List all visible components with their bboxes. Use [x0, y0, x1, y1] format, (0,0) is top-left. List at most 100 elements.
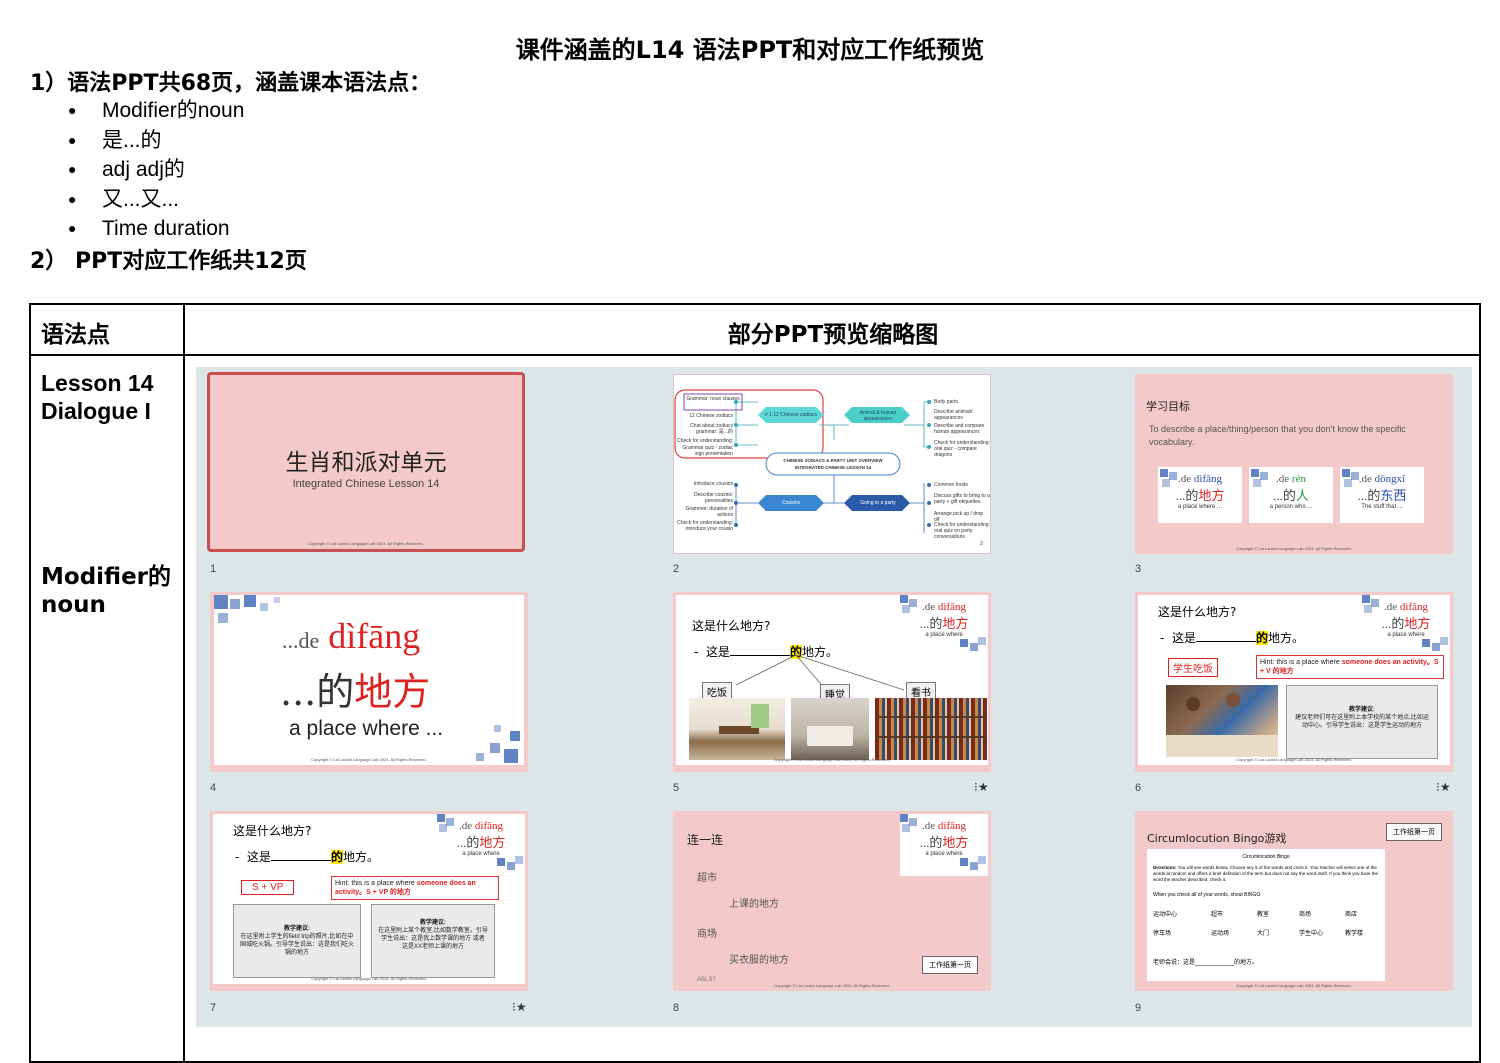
- slide-canvas: .de dìfāng ...的地方 a place where 这是什么地方? …: [213, 814, 525, 984]
- slide-thumbnail-3[interactable]: 学习目标 To describe a place/thing/person th…: [1135, 374, 1453, 554]
- slide-description: To describe a place/thing/person that yo…: [1149, 424, 1406, 447]
- worksheet-title: Circumlocution Bingo: [1242, 854, 1290, 860]
- hint-box: Hint: this is a place where someone does…: [331, 876, 499, 900]
- mindmap-node: Describe and compare human appearances: [934, 423, 985, 435]
- worksheet-directions: Directions: You will see words below. Ch…: [1153, 865, 1379, 883]
- pinyin-word: dōngxī: [1374, 473, 1406, 485]
- pinyin-word: dìfāng: [937, 820, 966, 832]
- pinyin-word: dìfāng: [1193, 473, 1222, 485]
- pinyin-line: ...de dìfāng: [282, 615, 420, 657]
- mindmap-node: Check for understanding: oral quiz on pa…: [934, 522, 990, 540]
- bullet-item: Time duration: [68, 214, 244, 244]
- question: 这是什么地方?: [233, 824, 312, 838]
- library-photo: [875, 698, 987, 760]
- match-item: 商场: [697, 929, 717, 940]
- students-eating-photo: [1166, 685, 1278, 757]
- teaching-note: 教学建议: 在这里附上某个教室,比如数学教室。引导学生说出：这是我上数学课的地方…: [371, 904, 495, 978]
- mindmap-node: Check for understanding: oral quiz - com…: [934, 440, 990, 458]
- answer-de: 的: [1256, 631, 1269, 645]
- slide-number: 2: [673, 563, 680, 575]
- worksheet-button[interactable]: 工作纸第一页: [922, 956, 978, 974]
- slide-thumbnail-1[interactable]: 生肖和派对单元 Integrated Chinese Lesson 14 Cop…: [207, 372, 525, 552]
- directions-label: Directions:: [1153, 865, 1177, 870]
- hint-box: Hint: this is a place where someone does…: [1256, 655, 1444, 679]
- slide-thumbnail-9[interactable]: Circumlocution Bingo游戏 工作纸第一页 Circumlocu…: [1135, 811, 1453, 991]
- slide-number: 5: [673, 782, 680, 794]
- slide-number: 7: [210, 1002, 217, 1014]
- pinyin-word: dìfāng: [328, 616, 421, 656]
- mindmap-node: Describe animals' appearances: [934, 409, 974, 421]
- star-icon[interactable]: ⁝★: [512, 1000, 527, 1014]
- pinyin-de: .de: [1276, 473, 1290, 485]
- note-title: 教学建议:: [284, 926, 310, 932]
- worksheet-preview: Circumlocution Bingo Directions: You wil…: [1147, 849, 1385, 981]
- lesson-label: Lesson 14 Dialogue I: [41, 369, 154, 425]
- mindmap-node: Grammar: noun clauses: [686, 396, 740, 402]
- hex-label: Cousins: [781, 500, 801, 506]
- copyright: Copyright © Lai Laoshi Language Lab 2024…: [774, 983, 890, 988]
- bullet-item: 又...又...: [68, 185, 244, 215]
- pattern-tag: S + VP: [241, 880, 295, 895]
- slide-number: 4: [210, 782, 217, 794]
- pinyin-de: .de: [1178, 473, 1192, 485]
- note-title: 教学建议:: [1349, 707, 1375, 713]
- star-icon[interactable]: ⁝★: [974, 780, 989, 794]
- activity-tag: 学生吃饭: [1168, 658, 1218, 677]
- mindmap-node: Check for understanding:: [677, 438, 733, 444]
- hanzi-word: 地方: [1404, 616, 1431, 631]
- hint-emphasis: someone does an activity: [1341, 659, 1427, 666]
- match-item: 上课的地方: [729, 899, 779, 910]
- english-gloss: a place where ...: [289, 717, 444, 740]
- answer-suffix: 地方。: [1268, 631, 1305, 645]
- dash: -: [1160, 631, 1165, 645]
- copyright: Copyright © Lai Laoshi Language Lab 2024…: [1236, 757, 1352, 762]
- slide-title: 连一连: [687, 833, 724, 847]
- mindmap-node: Common foods: [934, 482, 968, 488]
- pinyin-de: .de: [1358, 473, 1372, 485]
- slide-thumbnail-8[interactable]: .de dìfāng ...的地方 a place where 连一连 超市 上…: [673, 811, 991, 991]
- badge-place: .de dìfāng ...的地方 a place where: [1362, 595, 1450, 657]
- copyright: Copyright © Lai Laoshi Language Lab 2024…: [311, 757, 427, 762]
- bingo-word: 运动中心: [1153, 911, 1178, 918]
- hex-label: Animal & human appearances: [859, 410, 897, 422]
- badge-place: .de dìfāng ...的地方 a place where: [437, 814, 525, 876]
- answer-suffix: 地方。: [343, 850, 380, 864]
- hanzi-de: ...的: [1357, 488, 1381, 503]
- question: 这是什么地方?: [1158, 605, 1237, 619]
- hanzi-word: 地方: [1198, 488, 1225, 503]
- slide-thumbnail-4[interactable]: ...de dìfāng ...的地方 a place where ... Co…: [210, 592, 528, 772]
- mindmap-center-line: INTEGRATED CHINESE LESSON 14: [794, 465, 872, 470]
- lesson-line: Dialogue I: [41, 398, 151, 424]
- slide-title: Circumlocution Bingo游戏: [1147, 832, 1287, 845]
- pinyin-word: dìfāng: [474, 820, 503, 832]
- bullet-item: Modifier的noun: [68, 96, 244, 126]
- bingo-word: 大门: [1257, 930, 1270, 937]
- section-2-heading: 2） PPT对应工作纸共12页: [30, 249, 307, 274]
- slide-title: 生肖和派对单元: [285, 450, 447, 476]
- hanzi-word: 地方: [479, 835, 506, 850]
- note-body: 在这里附上学生的field trip的照片,比如在中国城吃火锅。引导学生说出：这…: [240, 934, 355, 956]
- worksheet-button[interactable]: 工作纸第一页: [1386, 823, 1442, 841]
- english-gloss: The stuff that ...: [1361, 504, 1403, 510]
- bingo-word: 运动场: [1211, 930, 1230, 937]
- slide-thumbnail-grid: 生肖和派对单元 Integrated Chinese Lesson 14 Cop…: [196, 367, 1472, 1027]
- slide-number: 1: [210, 563, 217, 575]
- hint-pattern: 。S + VP 的地方: [359, 889, 411, 896]
- slide-canvas: .de dìfāng ...的地方 a place where 这是什么地方? …: [676, 595, 988, 765]
- hanzi-de: ...的: [280, 670, 355, 714]
- copyright: Copyright © Lai Laoshi Language Lab 2024…: [1236, 983, 1352, 988]
- note-body: 建议老师们可在这里附上本学校的某个地点,比如运动中心。引导学生说出：这是学生运动…: [1295, 715, 1429, 729]
- slide-number: 9: [1135, 1002, 1142, 1014]
- slide-number: 8: [673, 1002, 680, 1014]
- column-divider: [183, 305, 185, 1061]
- mindmap-node: Describe cousins' personalities: [693, 492, 733, 504]
- hanzi-word: 地方: [942, 835, 969, 850]
- slide-thumbnail-6[interactable]: .de dìfāng ...的地方 a place where 这是什么地方? …: [1135, 592, 1453, 772]
- star-icon[interactable]: ⁝★: [1436, 780, 1451, 794]
- slide-thumbnail-2[interactable]: # 1 12 Chinese zodiacs Animal & human ap…: [673, 374, 991, 554]
- slide-thumbnail-5[interactable]: .de dìfāng ...的地方 a place where 这是什么地方? …: [673, 592, 991, 772]
- slide-canvas: ...de dìfāng ...的地方 a place where ... Co…: [214, 595, 524, 765]
- grammar-line: noun: [41, 592, 106, 618]
- slide-thumbnail-7[interactable]: .de dìfāng ...的地方 a place where 这是什么地方? …: [210, 811, 528, 991]
- mindmap-node: Grammar quiz - zodiac sign presentation: [682, 445, 733, 457]
